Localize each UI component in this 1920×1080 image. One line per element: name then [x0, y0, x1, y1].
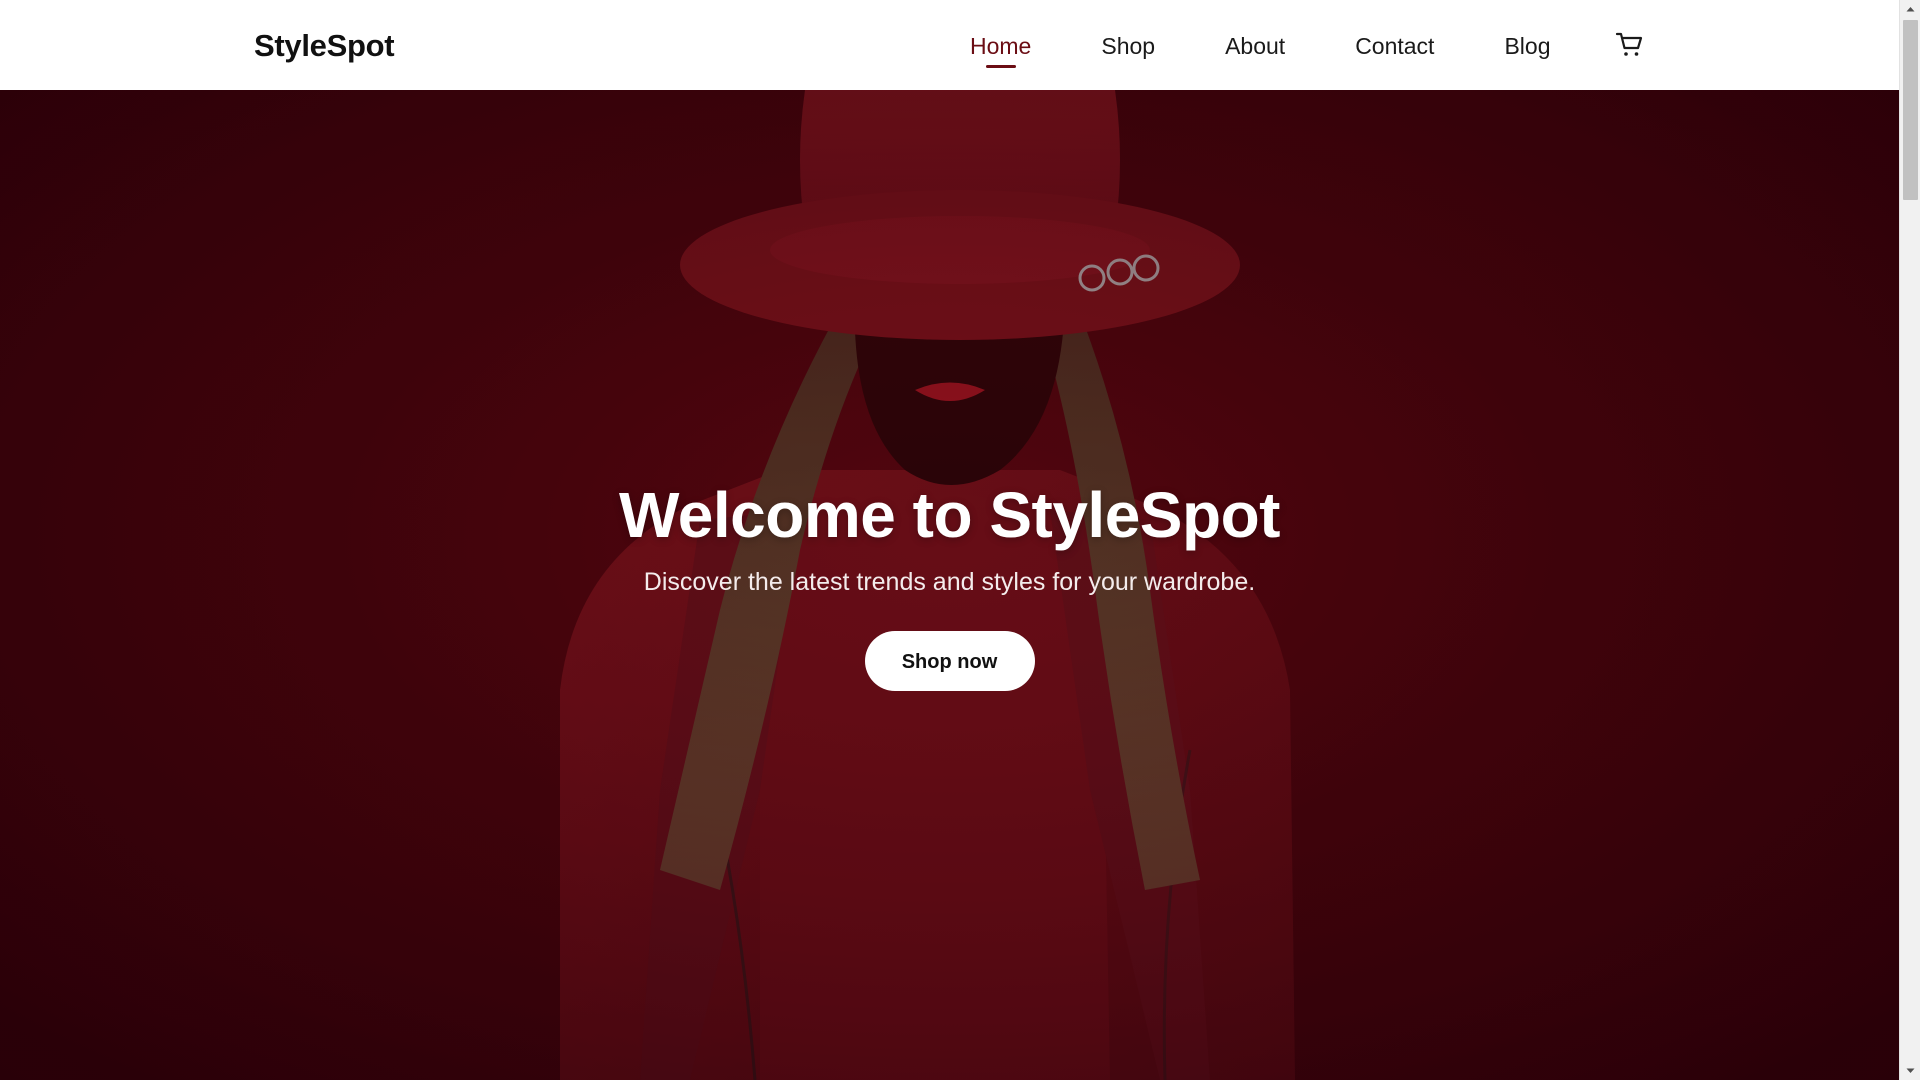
page: StyleSpot Home Shop About Contact Blog W…: [0, 0, 1899, 1080]
nav-item-about[interactable]: About: [1225, 26, 1285, 66]
navbar: StyleSpot Home Shop About Contact Blog: [0, 0, 1899, 90]
nav-item-blog[interactable]: Blog: [1504, 26, 1550, 66]
nav-menu: Home Shop About Contact Blog: [970, 26, 1621, 66]
scroll-down-arrow-icon[interactable]: [1900, 1062, 1920, 1080]
nav-item-home[interactable]: Home: [970, 26, 1031, 66]
shopping-cart-icon[interactable]: [1615, 30, 1645, 60]
hero-subtitle: Discover the latest trends and styles fo…: [643, 568, 1256, 596]
hero-section: Welcome to StyleSpot Discover the latest…: [0, 90, 1899, 1080]
brand-logo[interactable]: StyleSpot: [254, 26, 395, 66]
scroll-up-arrow-icon[interactable]: [1900, 0, 1920, 18]
nav-item-contact[interactable]: Contact: [1355, 26, 1434, 66]
nav-item-shop[interactable]: Shop: [1101, 26, 1155, 66]
hero-title: Welcome to StyleSpot: [619, 479, 1280, 551]
vertical-scrollbar[interactable]: [1899, 0, 1920, 1080]
shop-now-button[interactable]: Shop now: [864, 631, 1035, 691]
hero-content: Welcome to StyleSpot Discover the latest…: [0, 475, 1899, 691]
scrollbar-thumb[interactable]: [1903, 20, 1918, 200]
